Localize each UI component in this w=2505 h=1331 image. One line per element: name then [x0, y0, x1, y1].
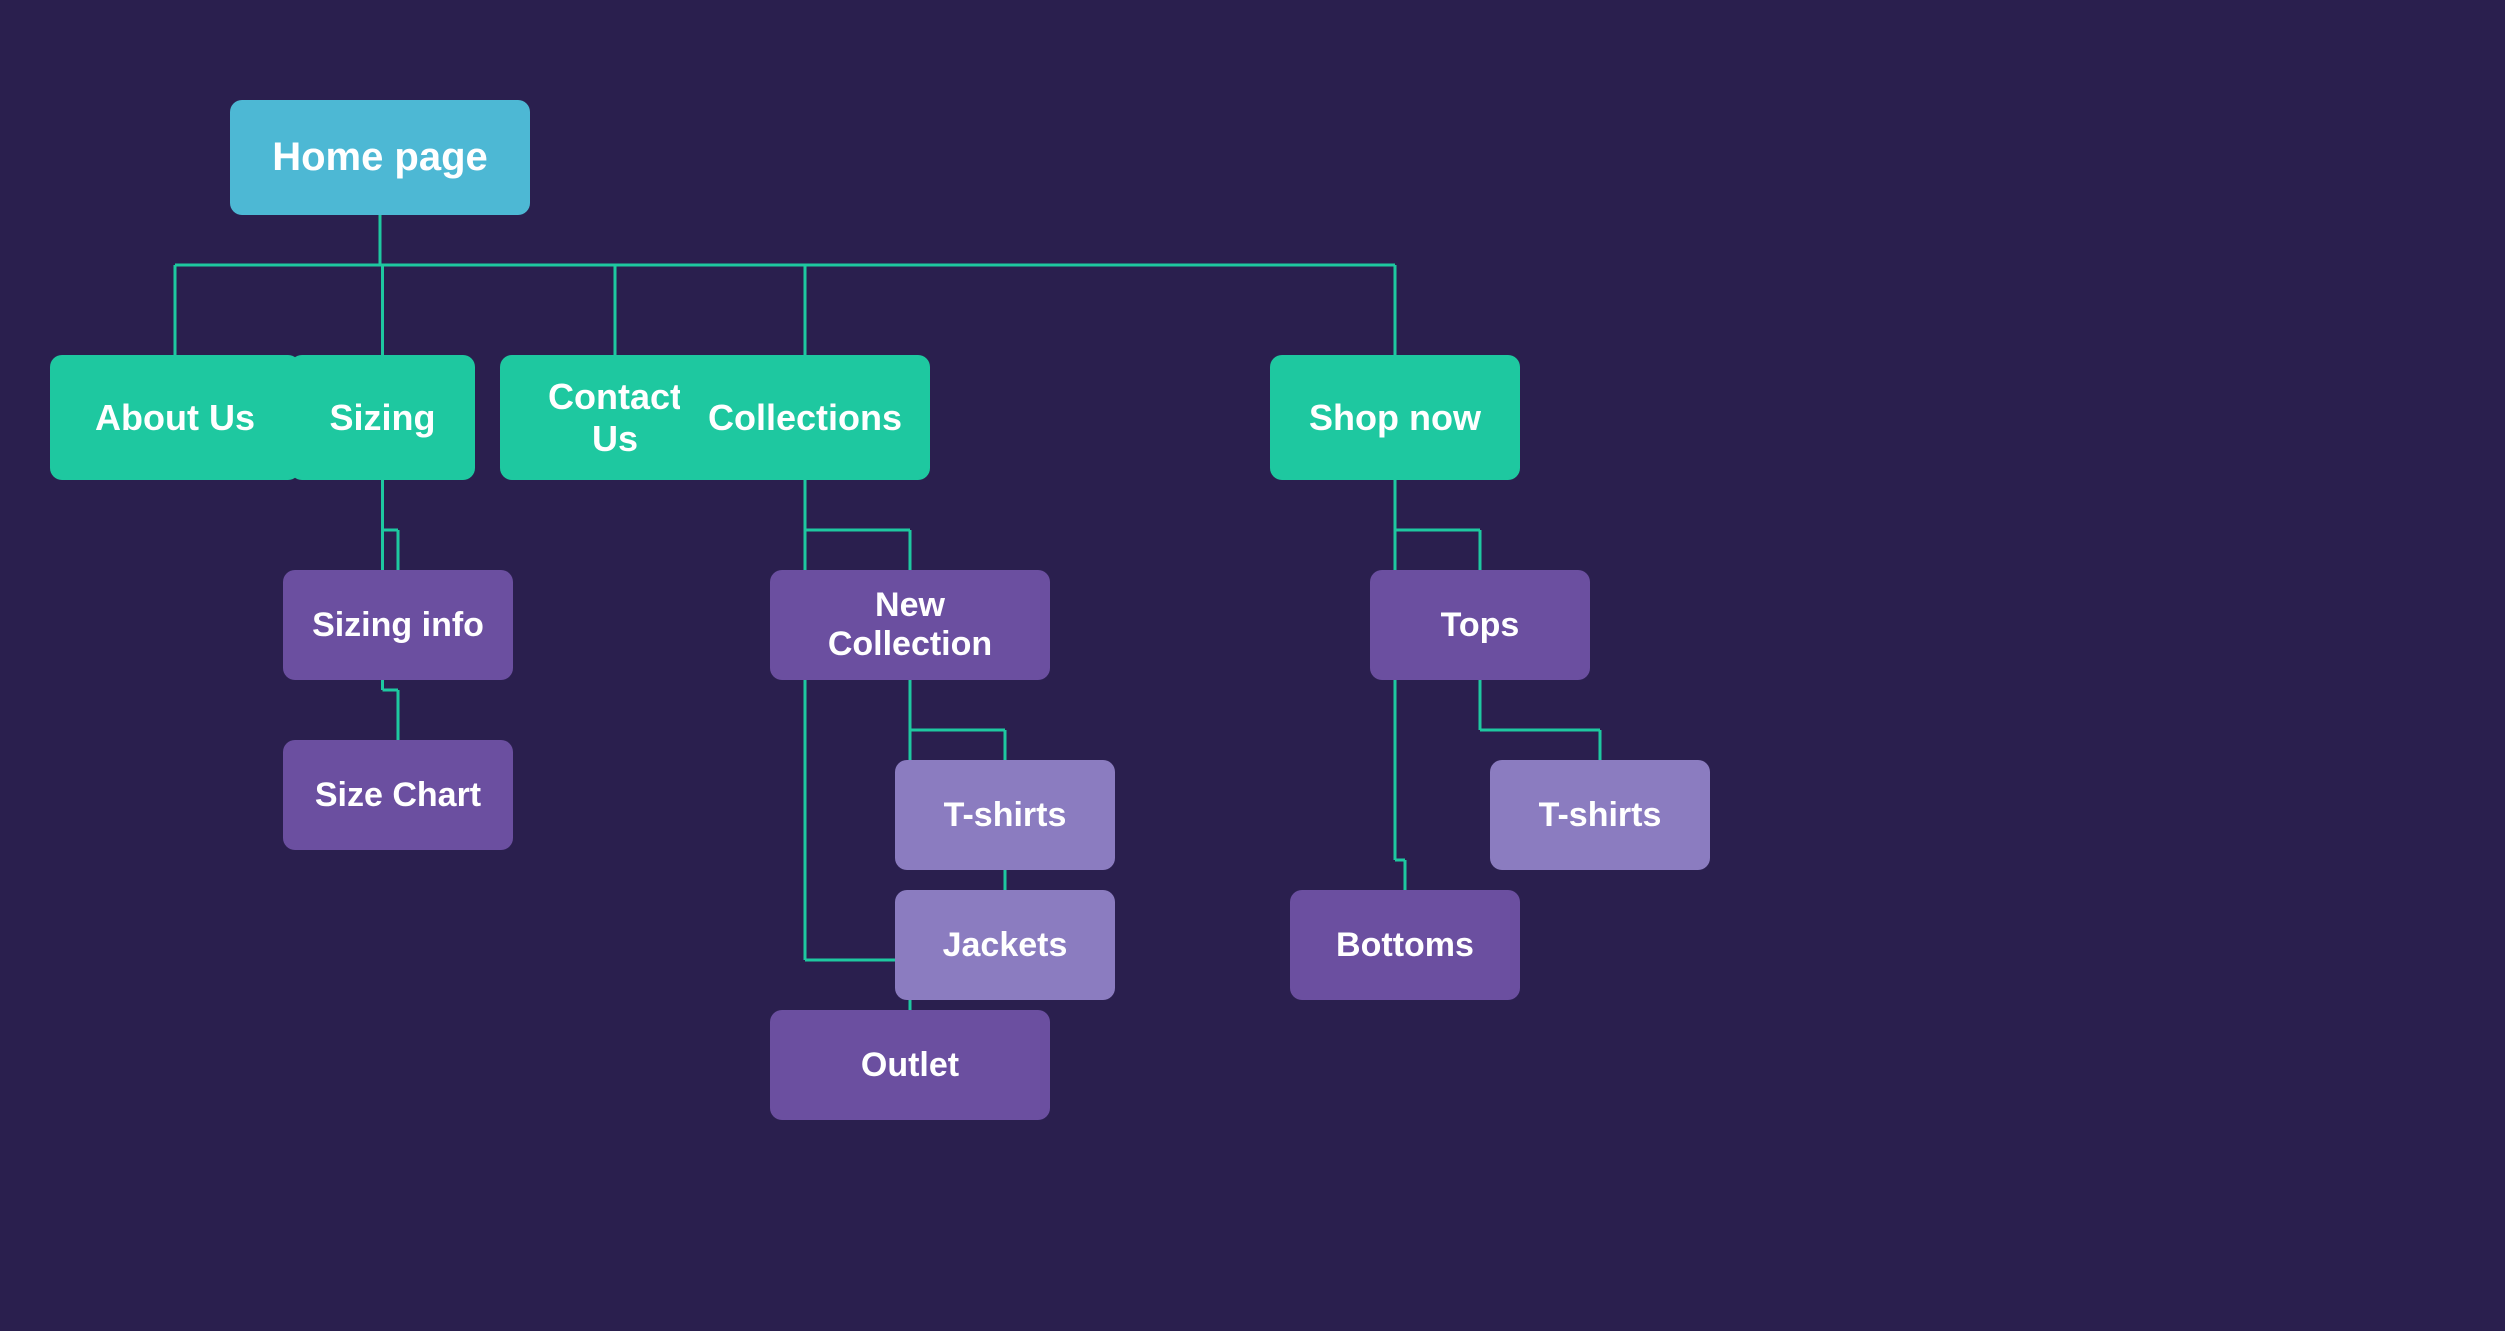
tops-node[interactable]: Tops: [1370, 570, 1590, 680]
about-us-node[interactable]: About Us: [50, 355, 300, 480]
sizing-node[interactable]: Sizing: [290, 355, 475, 480]
new-collection-node[interactable]: New Collection: [770, 570, 1050, 680]
jackets-node[interactable]: Jackets: [895, 890, 1115, 1000]
bottoms-node[interactable]: Bottoms: [1290, 890, 1520, 1000]
tshirts-collections-node[interactable]: T-shirts: [895, 760, 1115, 870]
home-page-node[interactable]: Home page: [230, 100, 530, 215]
size-chart-node[interactable]: Size Chart: [283, 740, 513, 850]
collections-node[interactable]: Collections: [680, 355, 930, 480]
sizing-info-node[interactable]: Sizing info: [283, 570, 513, 680]
tshirts-shop-node[interactable]: T-shirts: [1490, 760, 1710, 870]
shop-now-node[interactable]: Shop now: [1270, 355, 1520, 480]
sitemap-diagram: Home page About Us Sizing Contact Us Col…: [0, 0, 2505, 1331]
outlet-node[interactable]: Outlet: [770, 1010, 1050, 1120]
